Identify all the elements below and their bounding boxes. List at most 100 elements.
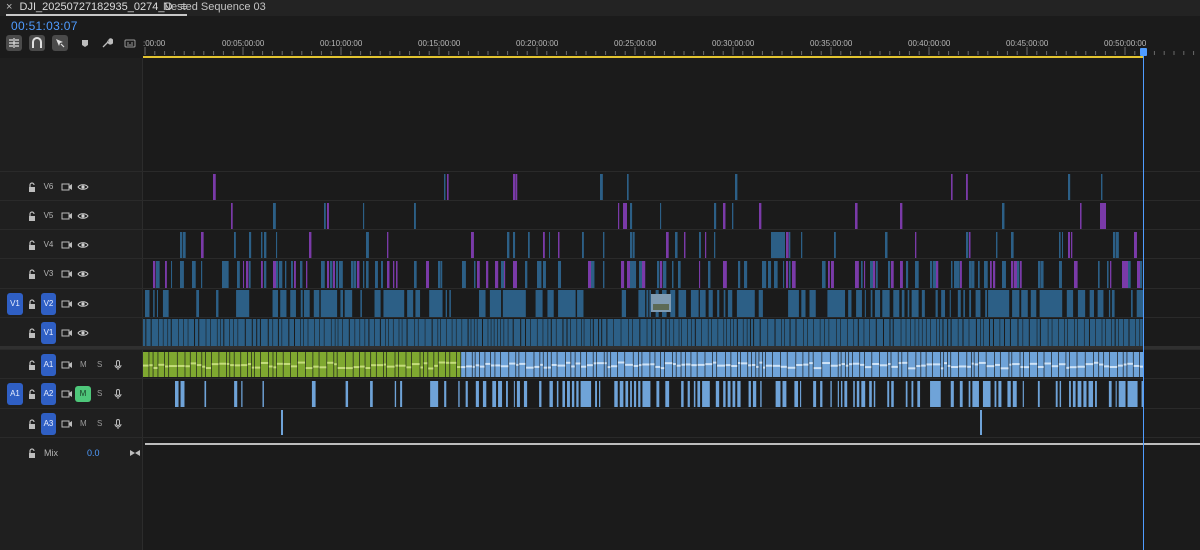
audio-clip <box>204 381 207 407</box>
track-name[interactable]: A1 <box>41 354 56 376</box>
add-marker-button[interactable] <box>77 35 93 51</box>
eye-icon[interactable] <box>77 327 89 339</box>
mix-track[interactable]: Mix 0.0 <box>0 437 1200 465</box>
track-name[interactable]: A2 <box>41 383 56 405</box>
eye-icon[interactable] <box>77 268 89 280</box>
mute-button[interactable]: M <box>80 419 87 428</box>
eye-icon[interactable] <box>77 210 89 222</box>
track-name[interactable]: V5 <box>41 205 56 227</box>
mix-volume-line[interactable] <box>145 443 1200 445</box>
audio-track-a1[interactable]: A1 M S <box>0 349 1200 378</box>
playhead-line[interactable] <box>1143 54 1144 550</box>
tab-nested-sequence[interactable]: Nested Sequence 03 <box>163 0 266 16</box>
track-lane[interactable] <box>143 289 1144 318</box>
solo-button[interactable]: S <box>97 389 102 398</box>
adjustment-clip <box>333 261 335 288</box>
video-clip <box>876 319 883 347</box>
track-name[interactable]: V6 <box>41 176 56 198</box>
voiceover-record-icon[interactable] <box>112 359 124 371</box>
lock-icon[interactable] <box>26 359 38 371</box>
playhead-timecode[interactable]: 00:51:03:07 <box>11 19 78 33</box>
linked-selection-button[interactable] <box>52 35 68 51</box>
video-audio-divider[interactable] <box>0 346 1200 349</box>
track-name[interactable]: V2 <box>41 293 56 315</box>
source-patch-a1[interactable]: A1 <box>7 383 23 405</box>
solo-button[interactable]: S <box>97 360 102 369</box>
audio-waveform <box>872 362 880 365</box>
voiceover-record-icon[interactable] <box>112 418 124 430</box>
sync-lock-icon[interactable] <box>61 298 73 310</box>
video-clip <box>840 319 847 347</box>
video-track-v1[interactable]: V1 <box>0 317 1200 347</box>
voiceover-record-icon[interactable] <box>112 388 124 400</box>
track-lane[interactable] <box>143 201 1144 230</box>
track-lane[interactable] <box>143 259 1144 289</box>
track-name[interactable]: V1 <box>41 322 56 344</box>
track-name[interactable]: A3 <box>41 413 56 435</box>
mute-button[interactable]: M <box>75 386 91 402</box>
mix-volume-value[interactable]: 0.0 <box>87 448 100 458</box>
video-clip <box>1115 319 1119 347</box>
captions-button[interactable] <box>122 35 138 51</box>
in-out-range-bar[interactable] <box>143 56 1143 58</box>
eye-icon[interactable] <box>77 298 89 310</box>
video-clip <box>1135 319 1140 347</box>
time-ruler[interactable]: :00:00 00:05:00:00 00:10:00:00 00:15:00:00 0… <box>143 36 1200 58</box>
track-lane[interactable] <box>143 350 1144 379</box>
sync-lock-icon[interactable] <box>61 268 73 280</box>
audio-waveform <box>772 364 781 367</box>
track-lane[interactable] <box>143 230 1144 259</box>
mute-button[interactable]: M <box>80 360 87 369</box>
eye-icon[interactable] <box>77 239 89 251</box>
video-clip <box>640 319 647 347</box>
sync-lock-icon[interactable] <box>61 327 73 339</box>
lock-icon[interactable] <box>26 239 38 251</box>
sync-lock-icon[interactable] <box>61 210 73 222</box>
audio-waveform <box>1104 365 1110 368</box>
sync-lock-icon[interactable] <box>61 418 73 430</box>
audio-clip <box>513 381 515 407</box>
close-tab-icon[interactable]: × <box>6 1 12 13</box>
lock-icon[interactable] <box>26 210 38 222</box>
video-track-v4[interactable]: V4 <box>0 229 1200 258</box>
track-name[interactable]: V3 <box>41 263 56 285</box>
lock-icon[interactable] <box>26 388 38 400</box>
sync-lock-icon[interactable] <box>61 239 73 251</box>
track-lane[interactable] <box>143 409 1144 438</box>
video-clip <box>581 319 584 347</box>
audio-track-a3[interactable]: A3 M S <box>0 408 1200 437</box>
tab-sequence-active[interactable]: × DJI_20250727182935_0274_D ≡ <box>6 0 187 16</box>
video-track-v3[interactable]: V3 <box>0 258 1200 288</box>
lock-icon[interactable] <box>26 418 38 430</box>
lock-icon[interactable] <box>26 268 38 280</box>
snap-button[interactable] <box>29 35 45 51</box>
lock-icon[interactable] <box>26 447 38 459</box>
track-name[interactable]: V4 <box>41 234 56 256</box>
audio-clip <box>205 352 212 377</box>
timeline-settings-button[interactable] <box>99 35 115 51</box>
video-clip <box>701 319 708 347</box>
sync-lock-icon[interactable] <box>61 388 73 400</box>
sync-lock-icon[interactable] <box>61 359 73 371</box>
adjustment-clip <box>504 261 506 288</box>
audio-track-a2[interactable]: A1 A2 M S <box>0 378 1200 408</box>
lock-icon[interactable] <box>26 327 38 339</box>
video-track-v5[interactable]: V5 <box>0 200 1200 229</box>
source-patch-v1[interactable]: V1 <box>7 293 23 315</box>
keyframe-nav-icon[interactable] <box>129 447 141 459</box>
sync-lock-icon[interactable] <box>61 181 73 193</box>
audio-clip <box>180 381 185 407</box>
track-lane[interactable] <box>143 379 1144 409</box>
lock-icon[interactable] <box>26 181 38 193</box>
nest-sequence-button[interactable] <box>6 35 22 51</box>
track-lane[interactable] <box>143 172 1144 201</box>
audio-clip <box>887 381 890 407</box>
solo-button[interactable]: S <box>97 419 102 428</box>
audio-clip <box>633 381 637 407</box>
eye-icon[interactable] <box>77 181 89 193</box>
lock-icon[interactable] <box>26 298 38 310</box>
video-clip <box>861 261 863 288</box>
track-lane[interactable] <box>143 318 1144 348</box>
video-track-v2[interactable]: V1 V2 <box>0 288 1200 317</box>
video-track-v6[interactable]: V6 <box>0 171 1200 200</box>
